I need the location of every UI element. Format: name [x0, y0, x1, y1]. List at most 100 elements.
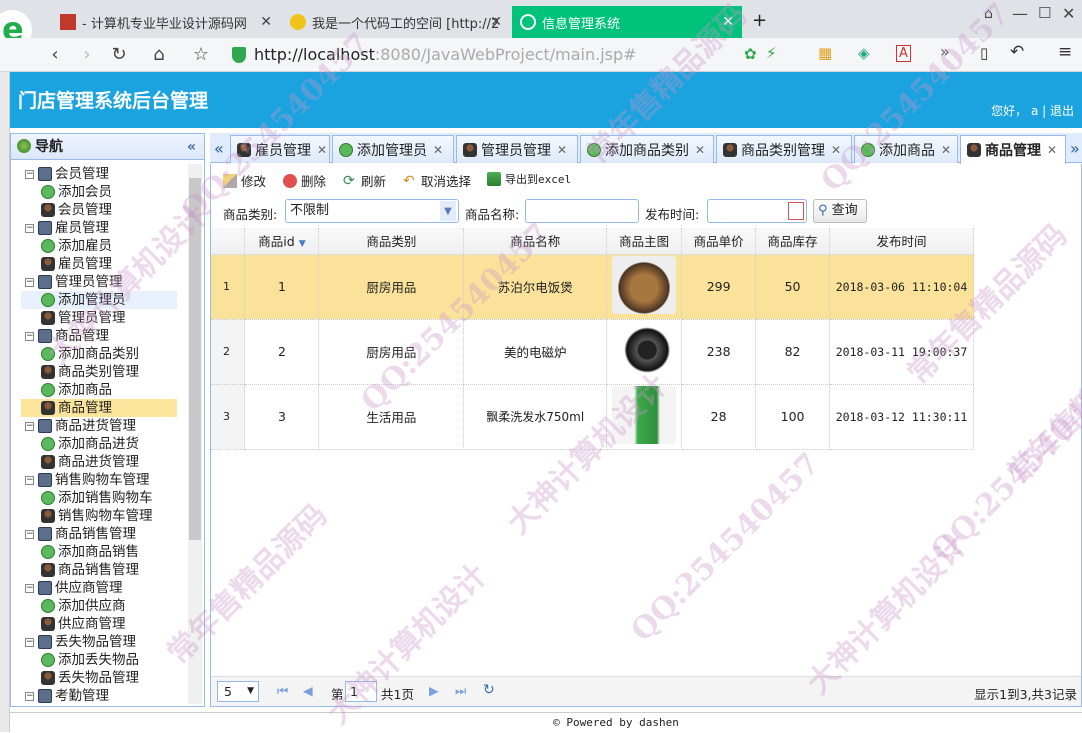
refresh-button[interactable]: ⟳ 刷新	[343, 171, 386, 190]
column-header-category[interactable]: 商品类别	[318, 228, 465, 255]
export-excel-button[interactable]: 导出到excel	[487, 171, 571, 187]
close-icon[interactable]: ✕	[490, 14, 502, 30]
apps-icon[interactable]: ▦	[818, 44, 832, 62]
category-select[interactable]: 不限制 ▼	[285, 199, 459, 223]
sidebar-item-add[interactable]: 添加供应商	[41, 597, 126, 615]
column-header-name[interactable]: 商品名称	[463, 228, 608, 255]
page-number-input[interactable]: 1	[345, 681, 377, 702]
table-row[interactable]: 3 3 生活用品 飘柔洗发水750ml 28 100 2018-03-12 11…	[211, 384, 974, 450]
tree-toggle-icon[interactable]: −	[25, 277, 34, 287]
sidebar-item-group[interactable]: − 会员管理	[25, 165, 109, 183]
back-icon[interactable]: ‹	[44, 44, 66, 66]
sidebar-item-user[interactable]: 丢失物品管理	[41, 669, 139, 687]
sidebar-item-group[interactable]: − 管理员管理	[25, 273, 123, 291]
reload-icon[interactable]: ↻	[483, 682, 495, 698]
sidebar-item-user[interactable]: 销售购物车管理	[41, 507, 153, 525]
sidebar-item-user[interactable]: 商品销售管理	[41, 561, 139, 579]
sidebar-item-add[interactable]: 添加商品类别	[41, 345, 139, 363]
first-page-icon[interactable]: ⏮	[277, 683, 288, 699]
new-tab-button[interactable]: +	[752, 10, 767, 31]
tab-item[interactable]: 添加商品类别 ✕	[580, 135, 714, 163]
sidebar-item-user[interactable]: 商品类别管理	[41, 363, 139, 381]
tree-toggle-icon[interactable]: −	[25, 169, 34, 179]
star-icon[interactable]: ☆	[190, 44, 212, 66]
sidebar-item-group[interactable]: − 雇员管理	[25, 219, 109, 237]
close-icon[interactable]: ✕	[941, 143, 951, 157]
close-window-icon[interactable]: ✕	[1062, 4, 1075, 23]
sidebar-item-group[interactable]: − 商品管理	[25, 327, 109, 345]
sidebar-item-group[interactable]: − 销售购物车管理	[25, 471, 150, 489]
tree-toggle-icon[interactable]: −	[25, 583, 34, 593]
sidebar-item-add[interactable]: 添加商品销售	[41, 543, 139, 561]
sidebar-item-user[interactable]: 会员管理	[41, 201, 112, 219]
date-input[interactable]	[707, 199, 807, 223]
tree-toggle-icon[interactable]: −	[25, 331, 34, 341]
tablet-icon[interactable]: ▯	[980, 44, 988, 62]
sidebar-item-group[interactable]: − 考勤管理	[25, 687, 109, 705]
close-icon[interactable]: ✕	[260, 14, 272, 30]
sidebar-item-user[interactable]: 管理员管理	[41, 309, 126, 327]
sidebar-item-add[interactable]: 添加雇员	[41, 237, 112, 255]
tab-scroll-left-icon[interactable]: «	[214, 139, 224, 158]
table-row[interactable]: 2 2 厨房用品 美的电磁炉 238 82 2018-03-11 19:00:3…	[211, 319, 974, 385]
home-icon[interactable]: ⌂	[148, 44, 170, 66]
adblock-icon[interactable]: A	[896, 45, 911, 62]
sidebar-item-group[interactable]: − 商品销售管理	[25, 525, 136, 543]
url-field[interactable]: http://localhost:8080/JavaWebProject/mai…	[228, 42, 728, 68]
reload-icon[interactable]: ↻	[108, 44, 130, 66]
sidebar-item-add[interactable]: 添加会员	[41, 183, 112, 201]
user-greeting-logout[interactable]: 您好， a | 退出	[991, 102, 1074, 119]
sidebar-item-user[interactable]: 供应商管理	[41, 615, 126, 633]
close-icon[interactable]: ✕	[695, 143, 705, 157]
tree-toggle-icon[interactable]: −	[25, 691, 34, 701]
chevron-down-icon[interactable]: ▼	[247, 682, 254, 701]
sidebar-item-add[interactable]: 添加商品进货	[41, 435, 139, 453]
tree-toggle-icon[interactable]: −	[25, 223, 34, 233]
column-header-stock[interactable]: 商品库存	[755, 228, 831, 255]
unselect-button[interactable]: ↶ 取消选择	[403, 171, 471, 190]
maximize-icon[interactable]: ☐	[1038, 4, 1051, 22]
lightning-icon[interactable]: ⚡	[766, 44, 777, 62]
tree-toggle-icon[interactable]: −	[25, 421, 34, 431]
next-page-icon[interactable]: ▶	[429, 683, 439, 698]
edit-button[interactable]: 修改	[223, 171, 266, 190]
tree-toggle-icon[interactable]: −	[25, 637, 34, 647]
minimize-icon[interactable]: —	[1012, 4, 1028, 23]
sidebar-item-group[interactable]: − 丢失物品管理	[25, 633, 136, 651]
page-size-select[interactable]: 5 ▼	[217, 681, 259, 702]
browser-tab-1[interactable]: - 计算机专业毕业设计源码网 ✕	[52, 6, 280, 38]
name-input[interactable]	[525, 199, 639, 223]
close-icon[interactable]: ✕	[317, 143, 327, 157]
sidebar-item-add[interactable]: 添加丢失物品	[41, 651, 139, 669]
tab-scroll-right-icon[interactable]: »	[1070, 139, 1080, 158]
tab-item[interactable]: 管理员管理 ✕	[456, 135, 578, 163]
tab-item[interactable]: 雇员管理 ✕	[230, 135, 330, 163]
shirt-icon[interactable]: ⌂	[984, 6, 993, 22]
tab-item[interactable]: 添加商品 ✕	[854, 135, 958, 163]
calendar-icon[interactable]	[788, 202, 804, 220]
nav-scrollbar[interactable]	[188, 164, 202, 704]
sidebar-item-group[interactable]: − 商品进货管理	[25, 417, 136, 435]
browser-tab-2[interactable]: 我是一个代码工的空间 [http://2 ✕	[282, 6, 510, 38]
browser-tab-3-active[interactable]: 信息管理系统 ✕	[512, 6, 742, 38]
column-header-price[interactable]: 商品单价	[681, 228, 757, 255]
nav-scrollbar-thumb[interactable]	[189, 178, 201, 540]
speed-icon[interactable]: ✿	[744, 45, 757, 63]
sidebar-item-user[interactable]: 雇员管理	[41, 255, 112, 273]
forward-icon[interactable]: ›	[76, 44, 98, 66]
sidebar-item-add[interactable]: 添加管理员	[21, 291, 177, 309]
last-page-icon[interactable]: ⏭	[455, 683, 466, 699]
close-icon[interactable]: ✕	[722, 14, 734, 30]
column-header-image[interactable]: 商品主图	[606, 228, 683, 255]
tab-active[interactable]: 商品管理 ✕	[960, 135, 1066, 164]
prev-page-icon[interactable]: ◀	[303, 683, 313, 698]
query-button[interactable]: ⚲ 查询	[813, 199, 867, 223]
close-icon[interactable]: ✕	[831, 143, 841, 157]
tab-item[interactable]: 商品类别管理 ✕	[716, 135, 852, 163]
security-icon[interactable]: ◈	[858, 44, 870, 62]
tree-toggle-icon[interactable]: −	[25, 529, 34, 539]
delete-button[interactable]: 删除	[283, 171, 326, 190]
close-icon[interactable]: ✕	[557, 143, 567, 157]
sidebar-item-user[interactable]: 商品进货管理	[41, 453, 139, 471]
close-icon[interactable]: ✕	[1047, 143, 1057, 157]
